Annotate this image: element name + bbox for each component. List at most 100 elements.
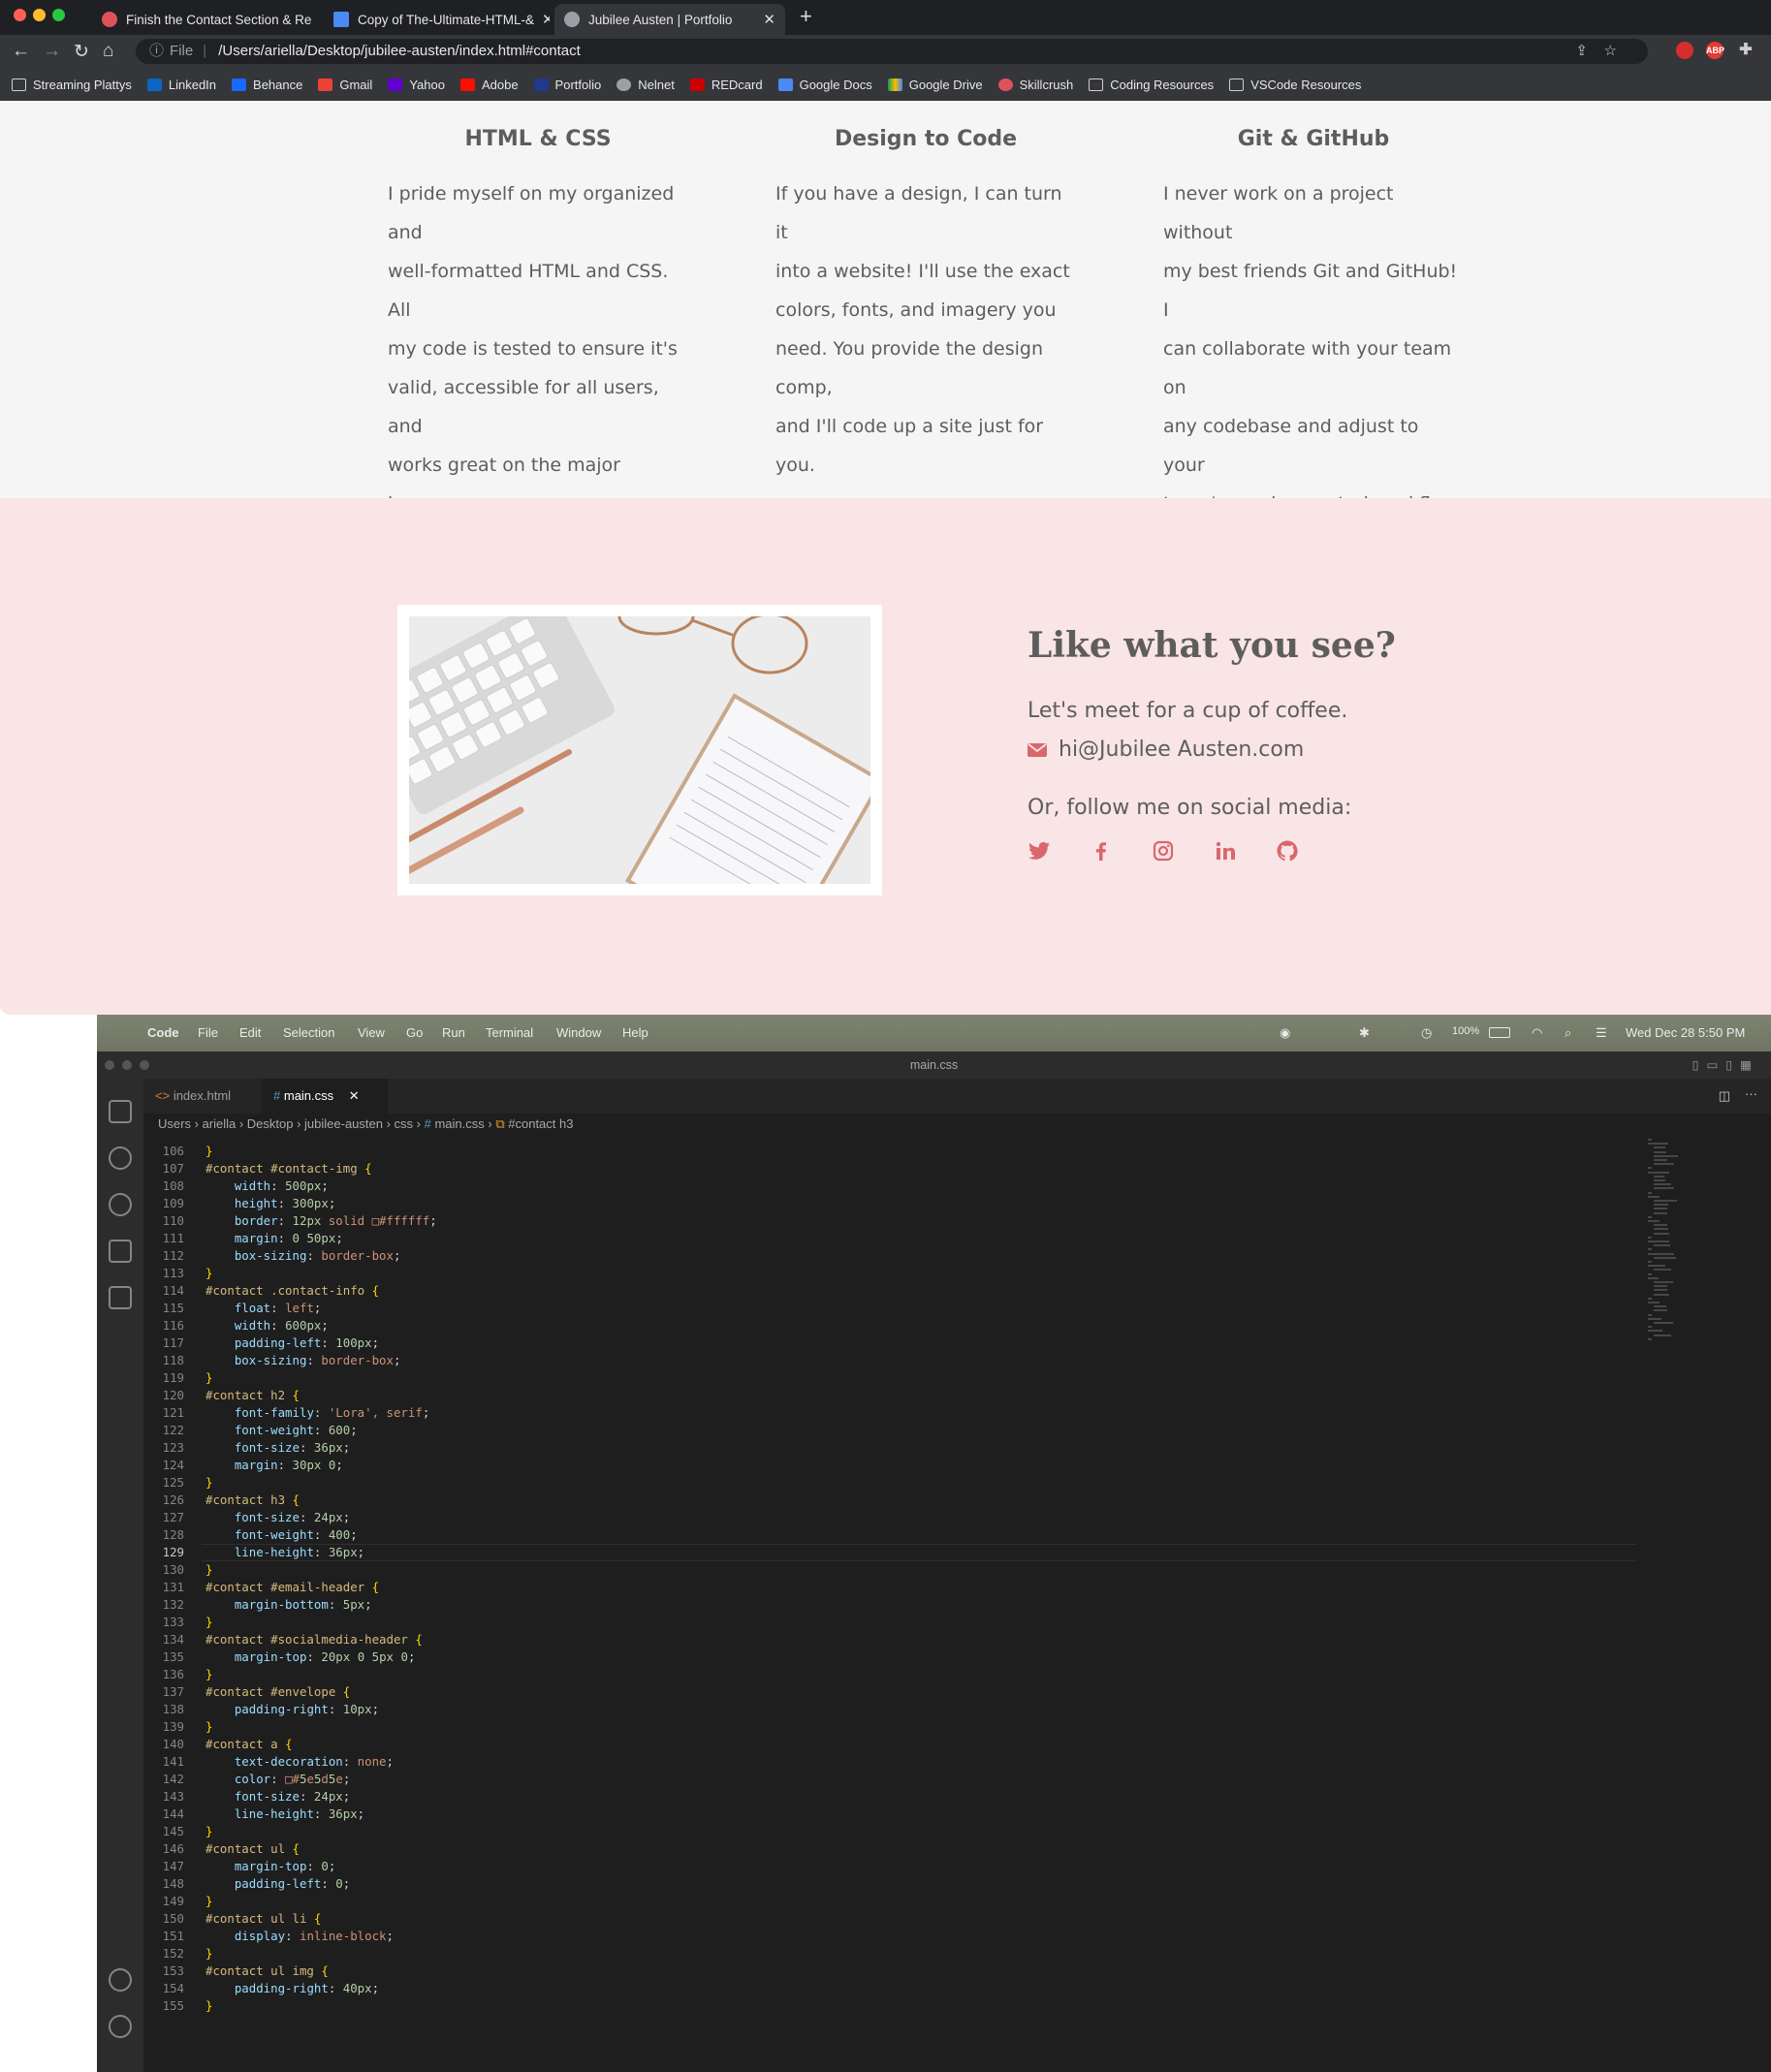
more-actions-icon[interactable]: ··· [1745,1086,1757,1101]
code-line[interactable]: text-decoration: none; [206,1753,394,1771]
breadcrumb-item[interactable]: main.css [434,1116,484,1131]
code-line[interactable]: font-weight: 600; [206,1422,358,1439]
github-icon[interactable] [1276,839,1299,863]
facebook-icon[interactable] [1090,839,1113,863]
tab-main-css[interactable]: # main.css ✕ [262,1079,388,1114]
share-icon[interactable]: ⇪ [1575,39,1588,64]
explorer-icon[interactable] [109,1100,132,1123]
code-line[interactable]: padding-right: 40px; [206,1980,379,1997]
layout-controls-icon[interactable]: ▯▭▯▦ [1692,1052,1759,1079]
code-line[interactable]: box-sizing: border-box; [206,1247,401,1265]
code-line[interactable]: width: 600px; [206,1317,329,1334]
code-line[interactable]: #contact h3 { [206,1491,300,1509]
puzzle-icon[interactable]: ✚ [1737,42,1755,59]
account-icon[interactable] [109,1968,132,1992]
wifi-icon[interactable]: ◠ [1532,1025,1542,1041]
lastpass-icon[interactable] [1676,42,1693,59]
code-line[interactable]: border: 12px solid □#ffffff; [206,1212,437,1230]
code-line[interactable]: #contact a { [206,1736,293,1753]
split-editor-icon[interactable]: ◫ [1719,1088,1730,1104]
code-line[interactable]: padding-left: 100px; [206,1334,379,1352]
code-line[interactable]: float: left; [206,1300,322,1317]
minimap[interactable] [1636,1135,1771,2072]
bookmark-item[interactable]: LinkedIn [146,78,216,92]
menu-help[interactable]: Help [622,1025,648,1040]
bookmark-item[interactable]: Adobe [459,78,519,92]
time-machine-icon[interactable]: ◷ [1421,1025,1432,1041]
grammarly-icon[interactable]: ◉ [1280,1025,1290,1041]
code-line[interactable]: } [206,1143,212,1160]
bookmark-item[interactable]: Skillcrush [997,78,1073,92]
menu-run[interactable]: Run [442,1025,465,1040]
menu-window[interactable]: Window [556,1025,601,1040]
code-line[interactable]: margin: 30px 0; [206,1457,343,1474]
code-line[interactable]: font-size: 24px; [206,1509,350,1526]
close-tab-icon[interactable]: ✕ [534,11,550,28]
code-line[interactable]: #contact #contact-img { [206,1160,372,1177]
code-line[interactable]: #contact ul li { [206,1910,321,1928]
bookmark-item[interactable]: REDcard [689,78,763,92]
breadcrumb-item[interactable]: jubilee-austen [304,1116,383,1131]
breadcrumb-item[interactable]: css [395,1116,414,1131]
instagram-icon[interactable] [1152,839,1175,863]
address-bar[interactable]: ⓘ File | /Users/ariella/Desktop/jubilee-au… [136,39,1648,64]
forward-arrow-icon[interactable]: → [43,41,61,62]
code-line[interactable]: #contact #email-header { [206,1579,379,1596]
search-icon[interactable] [109,1146,132,1170]
code-line[interactable]: height: 300px; [206,1195,335,1212]
breadcrumb-item[interactable]: ariella [203,1116,237,1131]
code-line[interactable]: } [206,1997,212,2015]
email-link[interactable]: hi@Jubilee Austen.com [1059,733,1304,768]
adblock-icon[interactable]: ABP [1706,42,1724,59]
run-debug-icon[interactable] [109,1240,132,1263]
browser-tab-2[interactable]: Copy of The-Ultimate-HTML-& ✕ [324,4,550,35]
code-line[interactable]: } [206,1369,212,1387]
code-line[interactable]: } [206,1718,212,1736]
close-tab-icon[interactable]: ✕ [755,11,775,28]
breadcrumb-item[interactable]: Desktop [247,1116,294,1131]
menu-terminal[interactable]: Terminal [486,1025,533,1040]
reload-icon[interactable]: ↻ [74,41,89,63]
code-line[interactable]: #contact #envelope { [206,1683,350,1701]
code-line[interactable]: display: inline-block; [206,1928,394,1945]
code-line[interactable]: line-height: 36px; [206,1805,364,1823]
home-icon[interactable]: ⌂ [103,41,113,62]
bookmark-item[interactable]: VSCode Resources [1229,78,1361,92]
info-icon[interactable]: ⓘ [149,43,164,59]
code-line[interactable]: font-weight: 400; [206,1526,358,1544]
code-line[interactable]: color: □#5e5d5e; [206,1771,350,1788]
extensions-icon[interactable] [109,1286,132,1309]
code-line[interactable]: } [206,1666,212,1683]
code-line[interactable]: margin: 0 50px; [206,1230,343,1247]
bookmark-item[interactable]: Streaming Plattys [12,78,132,92]
code-line[interactable]: margin-top: 20px 0 5px 0; [206,1648,416,1666]
breadcrumb-item[interactable]: Users [158,1116,191,1131]
bookmark-item[interactable]: Google Drive [887,78,983,92]
browser-tab-1[interactable]: Finish the Contact Section & Re ✕ [92,4,320,35]
code-line[interactable]: font-size: 36px; [206,1439,350,1457]
breadcrumb-item[interactable]: #contact h3 [508,1116,573,1131]
twitter-icon[interactable] [1028,839,1051,863]
code-line[interactable]: #contact ul { [206,1840,300,1858]
bookmark-item[interactable]: Nelnet [617,78,675,92]
close-tab-icon[interactable]: ✕ [349,1088,360,1103]
zoom-window-button[interactable] [52,9,65,21]
code-editor[interactable]: 106} 107 #contact #contact-img {108 width:… [143,1135,1636,2072]
menu-selection[interactable]: Selection [283,1025,334,1040]
bookmark-star-icon[interactable]: ☆ [1604,39,1617,64]
code-line[interactable]: #contact h2 { [206,1387,300,1404]
control-center-icon[interactable]: ☰ [1596,1025,1607,1041]
settings-gear-icon[interactable] [109,2015,132,2038]
code-line[interactable]: } [206,1945,212,1962]
code-line[interactable]: } [206,1474,212,1491]
source-control-icon[interactable] [109,1193,132,1216]
code-line[interactable]: padding-right: 10px; [206,1701,379,1718]
battery-icon[interactable] [1489,1027,1510,1038]
minimize-window-button[interactable] [33,9,46,21]
close-window-button[interactable] [14,9,26,21]
code-line[interactable]: #contact .contact-info { [206,1282,379,1300]
menu-code[interactable]: Code [147,1025,179,1040]
linkedin-icon[interactable] [1214,839,1237,863]
code-line[interactable]: } [206,1265,212,1282]
code-line[interactable]: } [206,1893,212,1910]
